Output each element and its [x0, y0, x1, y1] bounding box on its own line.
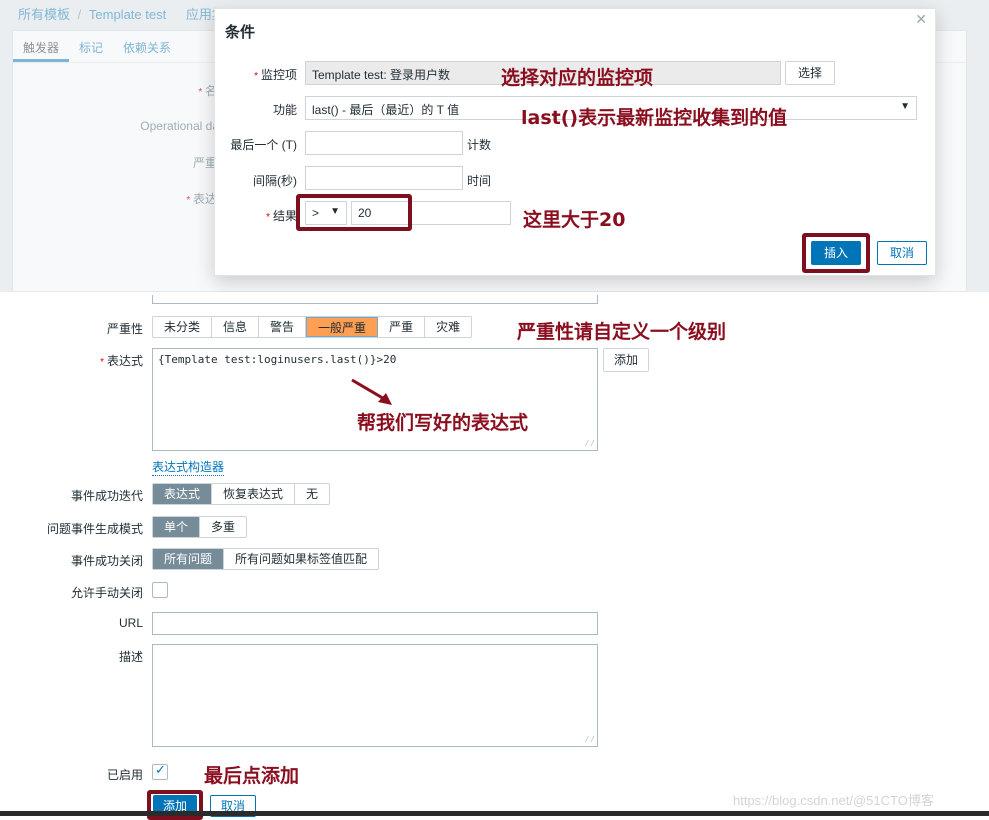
select-item-button[interactable]: 选择	[785, 61, 835, 85]
breadcrumb: 所有模板 / Template test 应用集	[18, 4, 229, 23]
highlight-box	[802, 233, 870, 273]
result-label: * 结果	[266, 209, 297, 223]
ok-event-closes-selector: 所有问题 所有问题如果标签值匹配	[152, 548, 380, 570]
description-textarea[interactable]: ⁄⁄	[152, 644, 598, 747]
mode-single[interactable]: 单个	[153, 517, 201, 537]
checkmark-icon: ✓	[155, 762, 166, 777]
severity-average[interactable]: 一般严重	[306, 317, 379, 337]
annotation-select-item: 选择对应的监控项	[501, 67, 654, 89]
severity-information[interactable]: 信息	[212, 317, 260, 337]
ok-event-closes-label: 事件成功关闭	[70, 554, 143, 568]
problem-event-mode-label: 问题事件生成模式	[46, 522, 143, 536]
watermark: https://blog.csdn.net/@51CTO博客	[733, 793, 934, 808]
last-t-suffix: 计数	[467, 138, 492, 152]
url-label: URL	[118, 616, 143, 630]
dropdown-arrow-icon: ▼	[900, 101, 910, 112]
ok-event-generation-label: 事件成功迭代	[70, 489, 143, 503]
resize-grip-icon[interactable]: ⁄⁄	[584, 439, 595, 449]
annotation-last-meaning: last()表示最新监控收集到的值	[521, 107, 788, 129]
tab-tags[interactable]: 标记	[69, 31, 113, 62]
tab-dependencies[interactable]: 依赖关系	[113, 31, 181, 62]
description-label: 描述	[118, 650, 143, 664]
condition-dialog: 条件 ✕ * 监控项 Template test: 登录用户数 选择 功能 las…	[214, 8, 936, 276]
severity-label: 严重性	[106, 322, 143, 336]
severity-disaster[interactable]: 灾难	[425, 317, 471, 337]
closes-all-problems[interactable]: 所有问题	[153, 549, 225, 569]
manual-close-checkbox[interactable]	[152, 582, 168, 598]
expression-label: * 表达式	[100, 354, 143, 368]
closes-if-tag-matches[interactable]: 所有问题如果标签值匹配	[224, 549, 378, 569]
breadcrumb-separator: /	[77, 7, 82, 22]
severity-selector: 未分类 信息 警告 一般严重 严重 灾难	[152, 316, 473, 338]
problem-event-mode-selector: 单个 多重	[152, 516, 248, 538]
dialog-title: 条件	[225, 24, 256, 41]
ok-event-expression[interactable]: 表达式	[153, 484, 213, 504]
url-input[interactable]	[152, 612, 598, 635]
interval-input[interactable]	[305, 166, 463, 190]
close-icon[interactable]: ✕	[915, 11, 927, 28]
function-label: 功能	[272, 103, 297, 117]
breadcrumb-all-templates[interactable]: 所有模板	[18, 7, 70, 22]
mode-multiple[interactable]: 多重	[200, 517, 246, 537]
interval-label: 间隔(秒)	[253, 174, 297, 188]
last-t-input[interactable]	[305, 131, 463, 155]
background-page: 所有模板 / Template test 应用集 触发器 标记 依赖关系 * 名…	[0, 0, 989, 292]
enabled-label: 已启用	[106, 768, 143, 782]
annotation-final: 最后点添加	[204, 765, 300, 787]
resize-grip-icon[interactable]: ⁄⁄	[584, 735, 595, 745]
last-t-label: 最后一个 (T)	[230, 138, 297, 152]
function-value: last() - 最后（最近）的 T 值	[312, 103, 460, 117]
ok-event-none[interactable]: 无	[295, 484, 329, 504]
item-label: * 监控项	[254, 68, 297, 82]
severity-not-classified[interactable]: 未分类	[153, 317, 213, 337]
expression-value: {Template test:loginusers.last()}>20	[158, 353, 397, 366]
ok-event-generation-selector: 表达式 恢复表达式 无	[152, 483, 331, 505]
enabled-checkbox[interactable]: ✓	[152, 762, 168, 780]
annotation-expression: 帮我们写好的表达式	[357, 412, 529, 434]
breadcrumb-template[interactable]: Template test	[89, 7, 166, 22]
highlight-box	[296, 194, 412, 231]
severity-high[interactable]: 严重	[378, 317, 426, 337]
ok-event-recovery-expression[interactable]: 恢复表达式	[212, 484, 296, 504]
severity-warning[interactable]: 警告	[259, 317, 307, 337]
interval-suffix: 时间	[467, 174, 492, 188]
expression-builder-link[interactable]: 表达式构造器	[152, 458, 225, 476]
annotation-severity: 严重性请自定义一个级别	[517, 321, 727, 343]
add-expression-button[interactable]: 添加	[603, 348, 649, 372]
name-input-edge	[152, 295, 598, 304]
bottom-edge	[0, 811, 989, 816]
tab-triggers[interactable]: 触发器	[13, 31, 70, 62]
annotation-greater-than: 这里大于20	[523, 209, 626, 231]
manual-close-label: 允许手动关闭	[70, 586, 143, 600]
arrow-icon	[351, 378, 392, 405]
cancel-button[interactable]: 取消	[877, 241, 927, 265]
